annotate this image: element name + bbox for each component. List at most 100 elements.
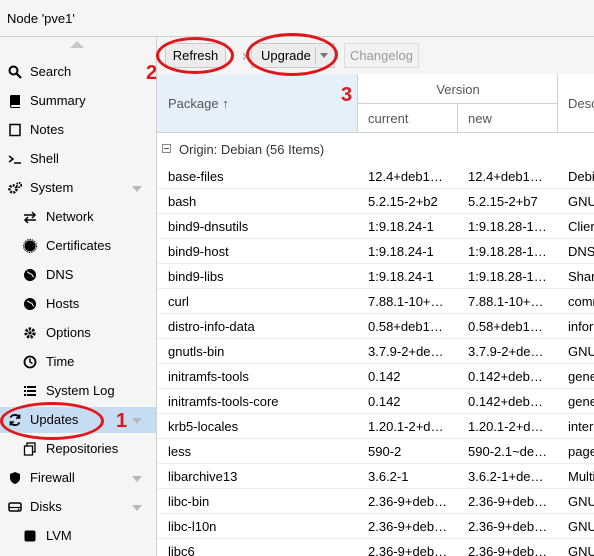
sidebar-item-system-log[interactable]: System Log <box>0 378 156 404</box>
cell-current: 0.142 <box>368 369 401 384</box>
gear-icon <box>24 327 36 339</box>
cell-current: 1:9.18.24-1 <box>368 219 434 234</box>
chevron-down-icon[interactable] <box>132 476 142 482</box>
sidebar-item-label: Firewall <box>30 470 75 485</box>
group-header-origin[interactable]: Origin: Debian (56 Items) <box>157 138 594 160</box>
table-row[interactable]: curl 7.88.1-10+… 7.88.1-10+… comr <box>157 289 594 314</box>
sidebar-item-label: Notes <box>30 122 64 137</box>
sidebar: Search Summary Notes Shell System Networ… <box>0 37 157 556</box>
sidebar-item-dns[interactable]: DNS <box>0 262 156 288</box>
column-header-label: Package ↑ <box>168 96 229 111</box>
annotation-circle-updates <box>0 402 104 440</box>
sidebar-item-lvm[interactable]: LVM <box>0 523 156 549</box>
globe-icon <box>24 298 36 310</box>
cell-description: GNU <box>568 344 594 359</box>
cell-new: 1:9.18.28-1… <box>468 269 547 284</box>
cell-current: 590-2 <box>368 444 402 459</box>
column-header-new[interactable]: new <box>458 104 558 133</box>
cell-package: libarchive13 <box>168 469 238 484</box>
cell-new: 0.58+deb1… <box>468 319 543 334</box>
table-row[interactable]: initramfs-tools-core 0.142 0.142+deb… gene <box>157 389 594 414</box>
annotation-number: 3 <box>341 84 353 106</box>
table-row[interactable]: bind9-host 1:9.18.24-1 1:9.18.28-1… DNS <box>157 239 594 264</box>
page-title: Node 'pve1' <box>7 11 75 26</box>
table-row[interactable]: bind9-dnsutils 1:9.18.24-1 1:9.18.28-1… Cli… <box>157 214 594 239</box>
cell-package: bind9-libs <box>168 269 224 284</box>
cell-package: krb5-locales <box>168 419 239 434</box>
cell-new: 1:9.18.28-1… <box>468 244 547 259</box>
sidebar-item-options[interactable]: Options <box>0 320 156 346</box>
column-header-current[interactable]: current <box>358 104 458 133</box>
column-header-description[interactable]: Desc <box>558 74 594 133</box>
cell-package: initramfs-tools <box>168 369 249 384</box>
chevron-down-icon[interactable] <box>132 186 142 192</box>
table-row[interactable]: distro-info-data 0.58+deb1… 0.58+deb1… info… <box>157 314 594 339</box>
cell-current: 3.6.2-1 <box>368 469 409 484</box>
hdd-icon <box>8 502 22 512</box>
sidebar-item-search[interactable]: Search <box>0 59 156 85</box>
table-row[interactable]: bind9-libs 1:9.18.24-1 1:9.18.28-1… Shar <box>157 264 594 289</box>
book-icon <box>9 95 20 108</box>
sidebar-item-notes[interactable]: Notes <box>0 117 156 143</box>
cell-description: Multi <box>568 469 594 484</box>
sidebar-item-summary[interactable]: Summary <box>0 88 156 114</box>
search-icon <box>8 65 22 79</box>
cell-description: Shar <box>568 269 594 284</box>
sidebar-item-hosts[interactable]: Hosts <box>0 291 156 317</box>
table-row[interactable]: libc-bin 2.36-9+deb… 2.36-9+deb… GNU <box>157 489 594 514</box>
cell-description: GNU <box>568 494 594 509</box>
chevron-down-icon[interactable] <box>132 418 142 424</box>
cell-package: initramfs-tools-core <box>168 394 279 409</box>
column-header-label: current <box>368 111 409 126</box>
sidebar-item-label: Disks <box>30 499 62 514</box>
sidebar-item-label: Options <box>46 325 91 340</box>
table-row[interactable]: gnutls-bin 3.7.9-2+de… 3.7.9-2+de… GNU <box>157 339 594 364</box>
updates-grid: Package ↑ Version current new Desc Origi… <box>157 74 594 556</box>
table-row[interactable]: libc-l10n 2.36-9+deb… 2.36-9+deb… GNU <box>157 514 594 539</box>
sidebar-item-label: Summary <box>30 93 86 108</box>
cell-current: 2.36-9+deb… <box>368 519 448 534</box>
annotation-number: 1 <box>116 410 128 432</box>
cell-new: 12.4+deb1… <box>468 169 543 184</box>
sidebar-item-repositories[interactable]: Repositories <box>0 436 156 462</box>
annotation-number: 2 <box>146 62 158 84</box>
cell-new: 590-2.1~de… <box>468 444 548 459</box>
column-header-label: Version <box>436 82 480 97</box>
sidebar-item-time[interactable]: Time <box>0 349 156 375</box>
chevron-down-icon[interactable] <box>132 505 142 511</box>
cell-new: 1:9.18.28-1… <box>468 219 547 234</box>
cell-package: curl <box>168 294 189 309</box>
column-header-package[interactable]: Package ↑ <box>157 74 358 133</box>
table-row[interactable]: initramfs-tools 0.142 0.142+deb… gene <box>157 364 594 389</box>
changelog-button[interactable]: Changelog <box>344 43 419 68</box>
collapse-icon[interactable] <box>162 144 171 153</box>
cell-package: libc-bin <box>168 494 210 509</box>
cell-package: bind9-host <box>168 244 229 259</box>
sidebar-item-certificates[interactable]: Certificates <box>0 233 156 259</box>
cell-new: 0.142+deb… <box>468 394 543 409</box>
sidebar-item-label: Network <box>46 209 94 224</box>
annotation-circle-refresh <box>156 37 234 74</box>
table-row[interactable]: libc6 2.36-9+deb… 2.36-9+deb… GNU <box>157 539 594 556</box>
table-row[interactable]: krb5-locales 1.20.1-2+d… 1.20.1-2+d… inter <box>157 414 594 439</box>
table-row[interactable]: base-files 12.4+deb1… 12.4+deb1… Debi <box>157 164 594 189</box>
cell-new: 2.36-9+deb… <box>468 519 548 534</box>
sidebar-item-shell[interactable]: Shell <box>0 146 156 172</box>
globe-icon <box>24 269 36 281</box>
cell-new: 0.142+deb… <box>468 369 543 384</box>
table-row[interactable]: bash 5.2.15-2+b2 5.2.15-2+b7 GNU <box>157 189 594 214</box>
cell-current: 0.142 <box>368 394 401 409</box>
sidebar-item-system[interactable]: System <box>0 175 156 201</box>
sidebar-item-firewall[interactable]: Firewall <box>0 465 156 491</box>
terminal-icon <box>8 155 21 164</box>
cell-description: page <box>568 444 594 459</box>
sidebar-item-disks[interactable]: Disks <box>0 494 156 520</box>
cell-package: libc6 <box>168 544 195 556</box>
cell-description: DNS <box>568 244 594 259</box>
cell-description: Debi <box>568 169 594 184</box>
table-row[interactable]: less 590-2 590-2.1~de… page <box>157 439 594 464</box>
cell-package: bind9-dnsutils <box>168 219 249 234</box>
table-row[interactable]: libarchive13 3.6.2-1 3.6.2-1+de… Multi <box>157 464 594 489</box>
scroll-up-icon[interactable] <box>70 41 84 48</box>
sidebar-item-network[interactable]: Network <box>0 204 156 230</box>
